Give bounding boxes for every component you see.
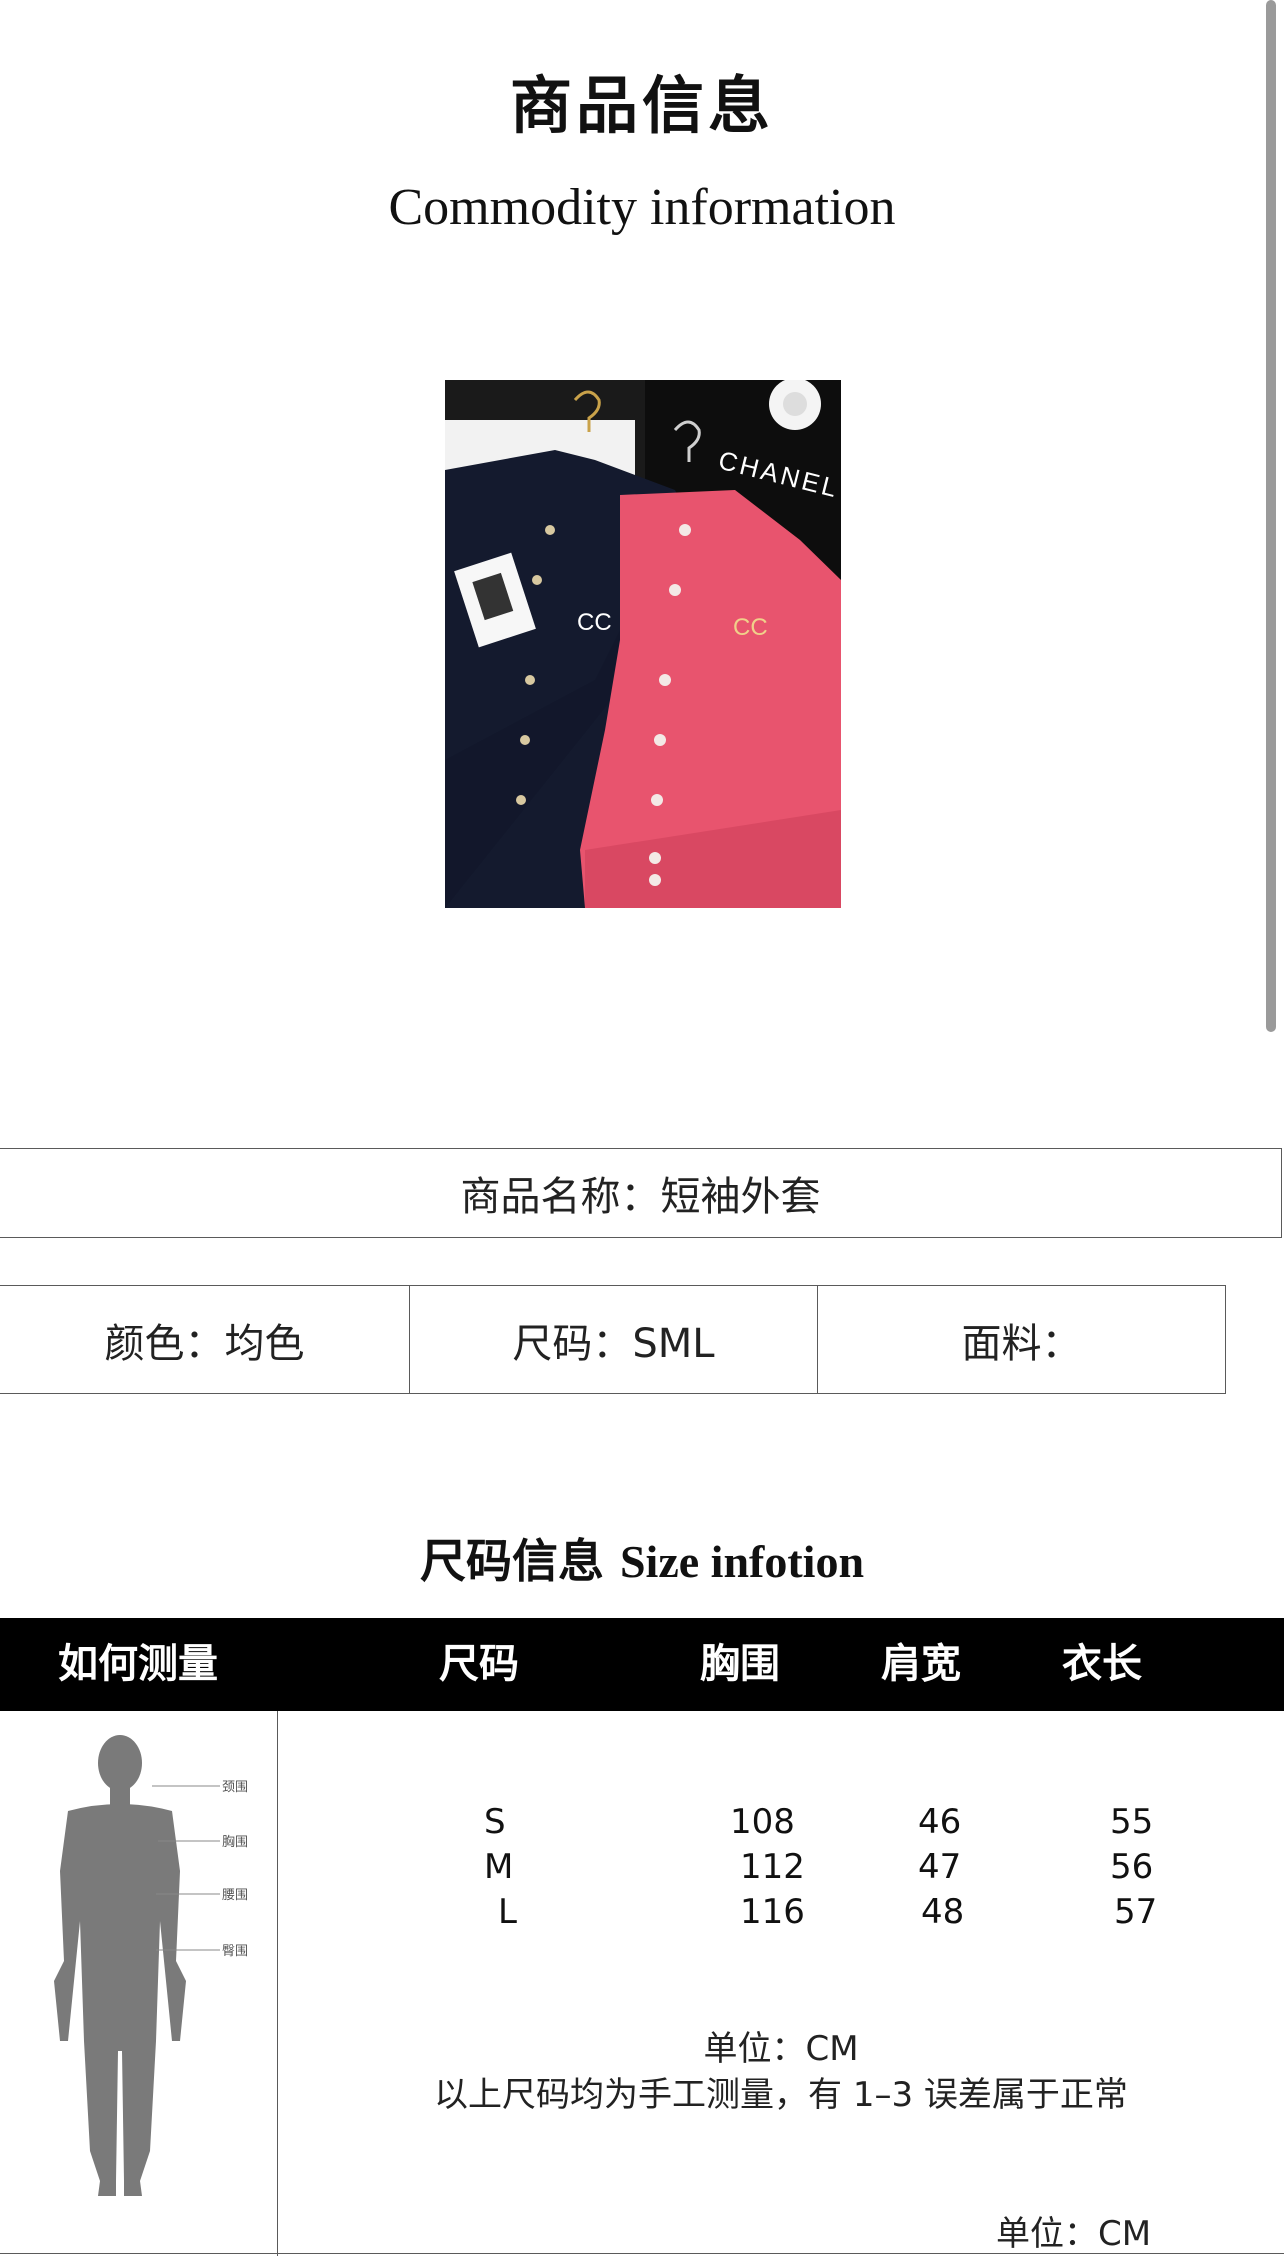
cc-logo-brooch: CC	[733, 614, 768, 641]
row-m-chest: 112	[740, 1847, 805, 1887]
header-shoulder: 肩宽	[881, 1641, 961, 1687]
label-neck: 颈围	[222, 1780, 248, 1795]
label-waist: 腰围	[222, 1888, 248, 1903]
row-m-length: 56	[1110, 1847, 1154, 1887]
size-table-header: 如何测量 尺码 胸围 肩宽 衣长	[0, 1618, 1284, 1711]
label-chest: 胸围	[222, 1835, 248, 1850]
cc-logo-white: CC	[577, 609, 612, 636]
row-m-size: M	[484, 1847, 514, 1887]
body-figure-icon: 颈围 胸围 腰围 臀围	[54, 1735, 248, 2196]
row-s-size: S	[484, 1802, 506, 1842]
header-chest: 胸围	[700, 1641, 780, 1687]
row-l-shoulder: 48	[921, 1892, 965, 1932]
row-l-chest: 116	[740, 1892, 805, 1932]
header-how-to-measure: 如何测量	[58, 1641, 218, 1687]
row-s-shoulder: 46	[918, 1802, 962, 1842]
fabric-cell: 面料：	[817, 1285, 1226, 1394]
row-l-size: L	[498, 1892, 517, 1932]
product-name: 商品名称：短袖外套	[0, 1148, 1282, 1238]
label-hip: 臀围	[222, 1944, 248, 1959]
header-size: 尺码	[439, 1641, 519, 1687]
product-photo: CHANEL CC CC	[445, 380, 841, 908]
page-title: 商品信息	[509, 69, 774, 142]
header-length: 衣长	[1062, 1641, 1142, 1687]
accuracy-note: 以上尺码均为手工测量，有 1–3 误差属于正常	[434, 2075, 1128, 2115]
row-m-shoulder: 47	[918, 1847, 962, 1887]
unit-label: 单位：CM	[703, 2029, 859, 2069]
size-title-en: Size infotion	[619, 1536, 865, 1587]
row-s-chest: 108	[730, 1802, 795, 1842]
color-cell: 颜色：均色	[0, 1285, 410, 1394]
spec-row: 颜色：均色 尺码：SML 面料：	[0, 1285, 1229, 1394]
size-title-cn: 尺码信息	[419, 1534, 604, 1588]
measure-guide: 颈围 胸围 腰围 臀围	[0, 1711, 278, 2256]
unit-note: 单位：CM 以上尺码均为手工测量，有 1–3 误差属于正常	[278, 2026, 1284, 2118]
row-s-length: 55	[1110, 1802, 1154, 1842]
size-section-title: 尺码信息 Size infotion	[0, 1525, 1284, 1591]
size-cell: 尺码：SML	[409, 1285, 818, 1394]
row-l-length: 57	[1114, 1892, 1158, 1932]
table-bottom-border	[0, 2253, 1284, 2254]
page-subtitle: Commodity information	[388, 179, 896, 236]
scrollbar[interactable]	[1266, 0, 1276, 1032]
unit-label-bottom: 单位：CM	[996, 2214, 1152, 2254]
